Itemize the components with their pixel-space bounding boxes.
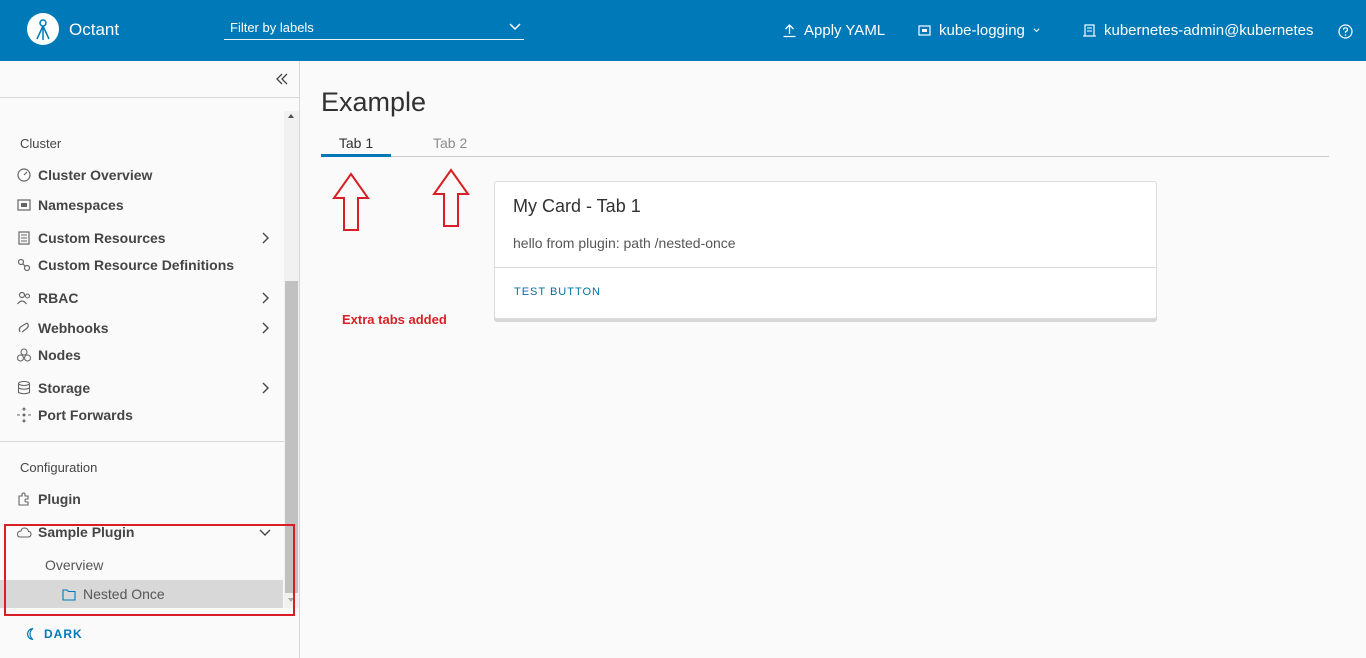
annotation-highlight-box (4, 524, 295, 616)
sidebar-collapse-row (0, 61, 300, 98)
moon-icon (26, 627, 34, 641)
test-button[interactable]: TEST BUTTON (514, 286, 601, 298)
tab-1[interactable]: Tab 1 (321, 135, 391, 157)
label-filter-placeholder: Filter by labels (230, 20, 314, 35)
apply-yaml-label: Apply YAML (804, 22, 886, 39)
chevron-right-icon (262, 232, 269, 244)
card-divider (495, 267, 1156, 268)
sidebar-item-storage[interactable]: Storage (16, 377, 278, 399)
sidebar-item-label: RBAC (38, 290, 79, 306)
annotation-text: Extra tabs added (342, 312, 447, 327)
section-title-configuration: Configuration (20, 460, 98, 475)
storage-icon (17, 380, 31, 395)
port-forward-icon (17, 407, 31, 423)
dashboard-icon (17, 168, 31, 182)
annotation-arrow-up-icon (432, 168, 470, 227)
chevron-right-icon (262, 292, 269, 304)
hook-icon (18, 322, 29, 333)
sidebar-item-label: Plugin (38, 491, 81, 507)
sidebar-item-rbac[interactable]: RBAC (16, 287, 278, 309)
section-title-cluster: Cluster (20, 136, 62, 151)
card-body-text: hello from plugin: path /nested-once (513, 235, 736, 251)
sidebar-item-label: Custom Resources (38, 230, 166, 246)
help-icon[interactable] (1338, 24, 1353, 39)
annotation-arrow-up-icon (332, 172, 370, 231)
sidebar-item-nodes[interactable]: Nodes (16, 344, 278, 366)
page-title: Example (321, 87, 427, 117)
sidebar: Cluster Cluster Overview Namespaces Cust… (0, 61, 300, 658)
sidebar-item-webhooks[interactable]: Webhooks (16, 317, 278, 339)
tab-2[interactable]: Tab 2 (433, 135, 467, 151)
plugin-card: My Card - Tab 1 hello from plugin: path … (494, 181, 1157, 319)
crd-icon (17, 258, 31, 272)
sidebar-item-label: Port Forwards (38, 407, 133, 423)
label-filter-select[interactable]: Filter by labels (224, 18, 524, 40)
brand-name[interactable]: Octant (69, 20, 119, 40)
sidebar-item-label: Cluster Overview (38, 167, 153, 183)
plugin-icon (18, 492, 29, 506)
sidebar-item-label: Nodes (38, 347, 81, 363)
context-label: kubernetes-admin@kubernetes (1104, 22, 1314, 39)
sidebar-item-label: Storage (38, 380, 91, 396)
main-content: Example Tab 1 Tab 2 Extra tabs added My … (301, 61, 1366, 658)
tab-bar: Tab 1 Tab 2 (321, 133, 1329, 157)
sidebar-item-namespaces[interactable]: Namespaces (16, 194, 278, 216)
nodes-icon (16, 348, 32, 362)
sidebar-divider (0, 441, 284, 442)
chevron-right-icon (262, 322, 269, 334)
dark-mode-toggle[interactable]: DARK (24, 627, 83, 641)
top-header: Octant Filter by labels Apply YAML kube-… (0, 0, 1366, 61)
sidebar-item-label: Namespaces (38, 197, 124, 213)
upload-icon (783, 24, 796, 38)
sidebar-item-port-forwards[interactable]: Port Forwards (16, 404, 278, 426)
sidebar-item-cluster-overview[interactable]: Cluster Overview (16, 164, 278, 186)
apply-yaml-button[interactable]: Apply YAML (782, 22, 885, 39)
double-chevron-left-icon[interactable] (275, 72, 289, 86)
users-icon (17, 291, 31, 305)
chevron-right-icon (262, 382, 269, 394)
sidebar-item-custom-resource-definitions[interactable]: Custom Resource Definitions (16, 254, 278, 276)
list-icon (18, 231, 30, 245)
sidebar-item-label: Custom Resource Definitions (38, 257, 235, 273)
dark-mode-label: DARK (44, 627, 83, 641)
chevron-down-icon (1033, 28, 1040, 33)
sidebar-item-label: Webhooks (38, 320, 109, 336)
sidebar-item-plugin[interactable]: Plugin (16, 488, 278, 510)
namespace-icon (918, 25, 931, 36)
chevron-down-icon (509, 23, 521, 31)
building-icon (1083, 24, 1096, 37)
namespace-label: kube-logging (939, 22, 1025, 39)
card-title: My Card - Tab 1 (513, 196, 641, 216)
octant-logo-icon[interactable] (27, 13, 59, 45)
sidebar-item-custom-resources[interactable]: Custom Resources (16, 227, 278, 249)
scroll-up-arrow-icon[interactable] (288, 114, 294, 118)
namespace-icon (17, 199, 31, 211)
context-selector[interactable]: kubernetes-admin@kubernetes (1082, 22, 1314, 39)
namespace-selector[interactable]: kube-logging (917, 22, 1041, 39)
